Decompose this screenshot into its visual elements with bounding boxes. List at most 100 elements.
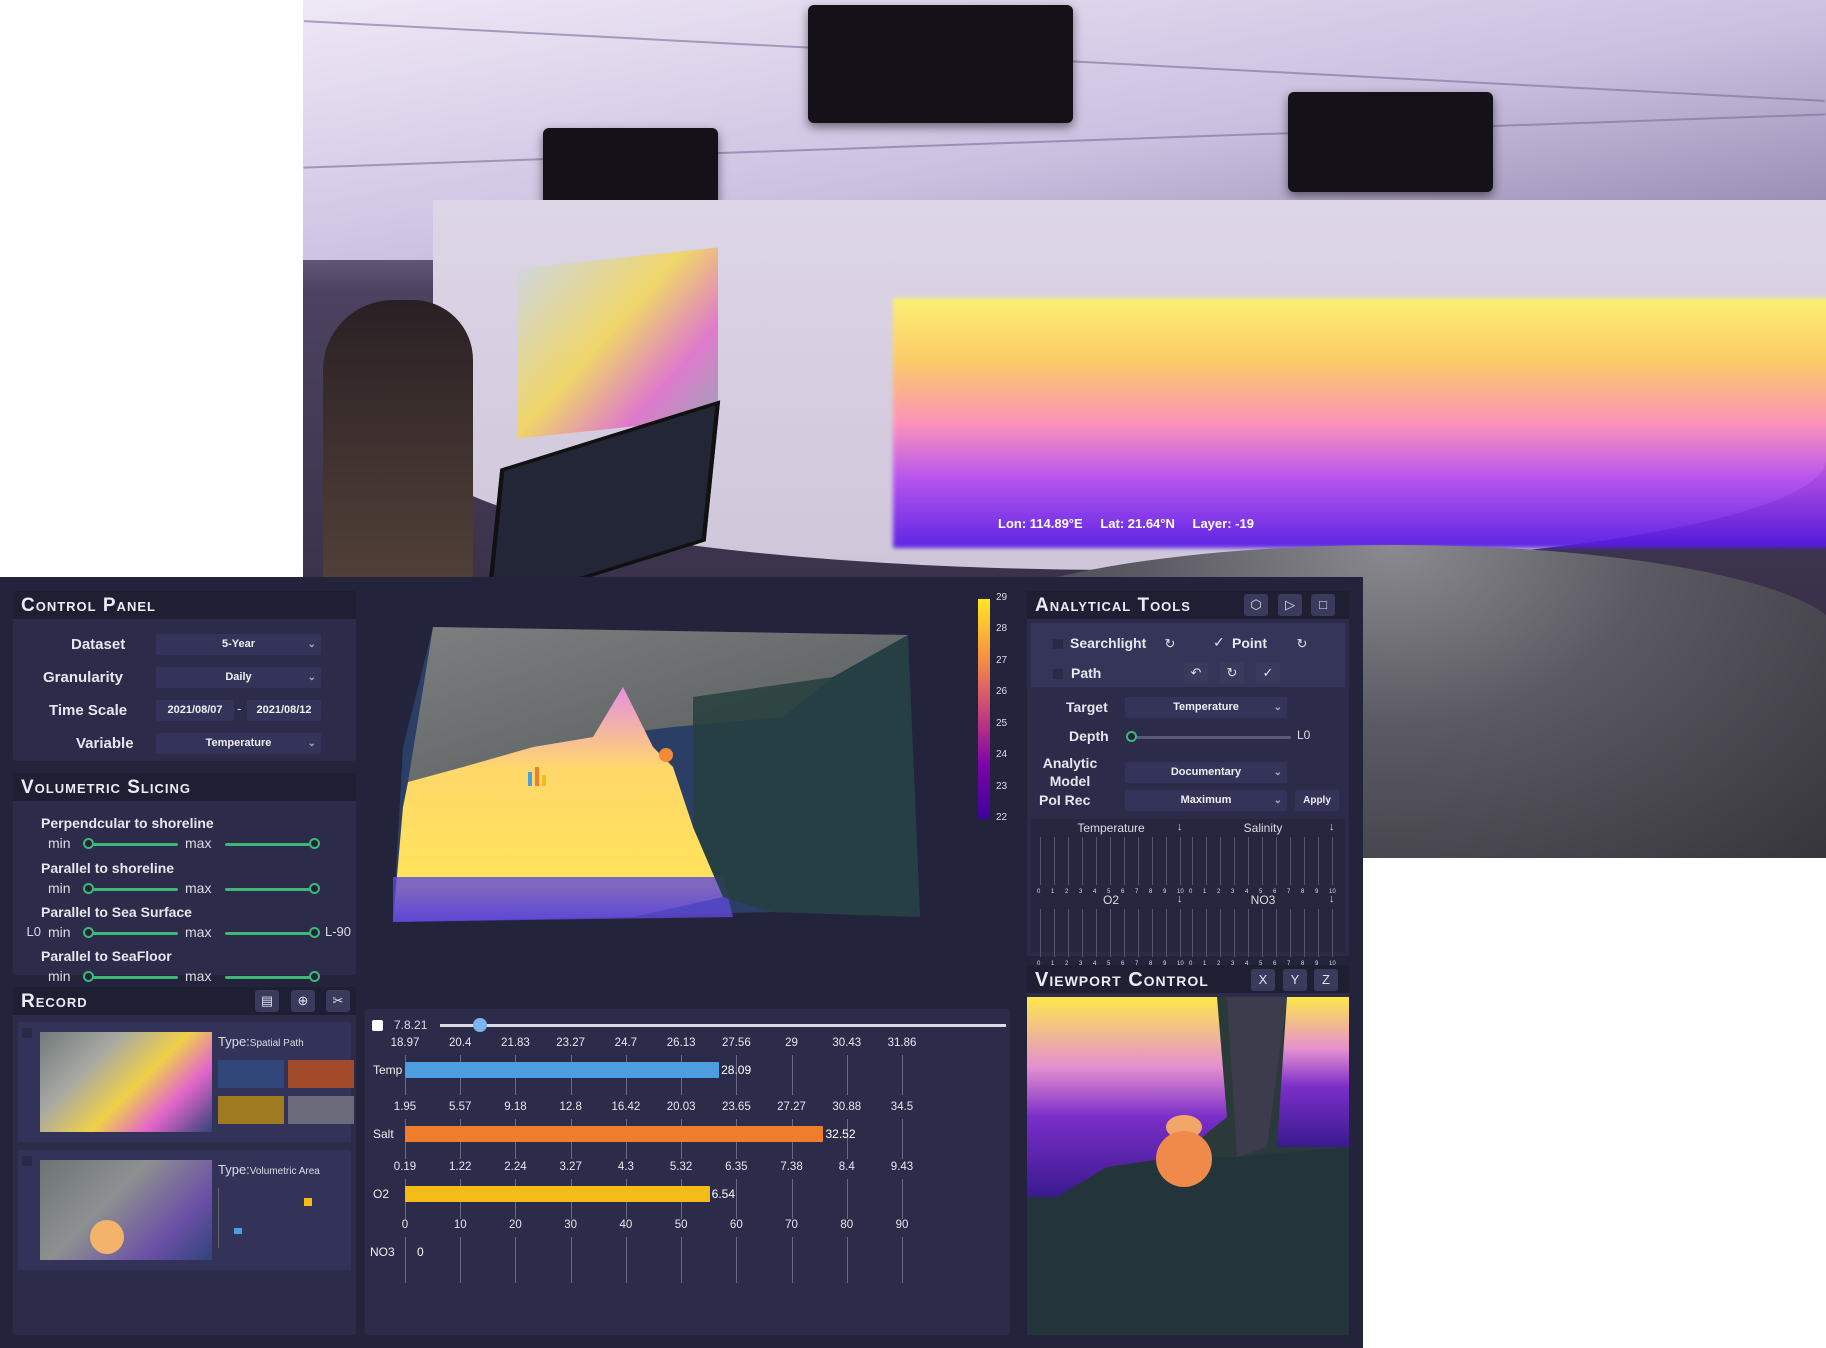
add-icon[interactable]: ⊕ — [291, 990, 315, 1012]
chevron-down-icon: ⌄ — [307, 639, 316, 650]
timeline-knob[interactable] — [472, 1018, 487, 1032]
slicer-min-track[interactable] — [88, 843, 178, 846]
confirm-check-icon[interactable]: ✓ — [1256, 662, 1280, 684]
granularity-select[interactable]: Daily ⌄ — [156, 667, 321, 688]
slicer-max-track[interactable] — [225, 932, 317, 935]
sort-down-icon[interactable]: ↓ — [1329, 893, 1335, 905]
bar-axis-tick: 2.24 — [504, 1161, 527, 1173]
bar-grid-line — [846, 1179, 848, 1219]
projected-heatmap — [893, 298, 1826, 548]
granularity-value: Daily — [225, 671, 252, 683]
depth-slider-knob[interactable] — [1126, 731, 1137, 742]
slicer-max-knob[interactable] — [309, 838, 320, 849]
apply-button[interactable]: Apply — [1295, 790, 1339, 811]
bar-grid-line — [791, 1179, 793, 1219]
depth-label: Depth — [1069, 728, 1109, 744]
sort-down-icon[interactable]: ↓ — [1329, 821, 1335, 833]
bar-grid-line — [515, 1237, 517, 1283]
slicer-min-track[interactable] — [88, 976, 178, 979]
variable-bar — [405, 1126, 824, 1142]
bar-value-label: 32.52 — [825, 1127, 856, 1141]
slicer-max-knob[interactable] — [309, 883, 320, 894]
slicer-min-knob[interactable] — [83, 971, 94, 982]
refresh-icon[interactable]: ↻ — [1158, 633, 1182, 655]
slicer-min-knob[interactable] — [83, 883, 94, 894]
pcp-axis-line — [1110, 909, 1111, 957]
control-panel: Control Panel Dataset 5-Year ⌄ Granularit… — [13, 591, 356, 761]
analytic-model-select[interactable]: Documentary ⌄ — [1125, 762, 1287, 783]
bar-grid-line — [846, 1055, 848, 1095]
slicer-max-track[interactable] — [225, 888, 317, 891]
poi-rec-select[interactable]: Maximum ⌄ — [1125, 790, 1287, 811]
bar-grid-line — [405, 1237, 406, 1283]
slicer-min-knob[interactable] — [83, 927, 94, 938]
timeline-track[interactable] — [440, 1024, 1006, 1027]
bar-axis-tick: 10 — [453, 1219, 467, 1231]
tools-icon[interactable]: ✂ — [326, 990, 350, 1012]
dataset-select[interactable]: 5-Year ⌄ — [156, 634, 321, 655]
record-item[interactable]: Type:Spatial Path — [18, 1022, 354, 1142]
record-checkbox[interactable] — [22, 1156, 32, 1166]
play-icon[interactable]: ▷ — [1278, 594, 1302, 616]
slicer-left-note: L0 — [26, 924, 41, 939]
record-item[interactable]: Type:Volumetric Area — [18, 1150, 351, 1270]
bar-axis-tick: 7.38 — [780, 1161, 803, 1173]
redo-icon[interactable]: ↻ — [1220, 662, 1244, 684]
viewport-heat-slice-right — [1277, 997, 1349, 1147]
comment-icon[interactable]: ▤ — [255, 990, 279, 1012]
refresh-icon[interactable]: ↻ — [1290, 633, 1314, 655]
depth-slider[interactable] — [1131, 736, 1291, 739]
axis-x-button[interactable]: X — [1251, 969, 1275, 991]
bar-axis-tick: 80 — [840, 1219, 854, 1231]
path-checkbox[interactable] — [1053, 669, 1063, 679]
slicer-min-knob[interactable] — [83, 838, 94, 849]
sort-down-icon[interactable]: ↓ — [1177, 821, 1183, 833]
slicer-max-label: max — [185, 880, 212, 896]
slicer-min-track[interactable] — [88, 932, 178, 935]
record-checkbox[interactable] — [22, 1028, 32, 1038]
record-type-label: Type: — [218, 1034, 250, 1049]
pcp-axis-line — [1124, 837, 1125, 885]
granularity-label: Granularity — [43, 669, 124, 686]
axis-y-button[interactable]: Y — [1283, 969, 1307, 991]
mini-chart — [218, 1060, 284, 1088]
pcp-axis-line — [1332, 909, 1333, 957]
undo-icon[interactable]: ↶ — [1184, 662, 1208, 684]
stop-icon[interactable]: □ — [1311, 594, 1335, 616]
bar-grid-line — [902, 1055, 903, 1095]
time-start-input[interactable]: 2021/08/07 — [156, 700, 234, 721]
bar-axis-tick: 5.57 — [449, 1101, 472, 1113]
depth-value: L0 — [1297, 728, 1311, 742]
bar-axis-tick: 8.4 — [838, 1161, 855, 1173]
variable-select[interactable]: Temperature ⌄ — [156, 733, 321, 754]
bar-axis-tick: 9.18 — [504, 1101, 527, 1113]
axis-z-button[interactable]: Z — [1314, 969, 1338, 991]
bar-grid-line — [625, 1237, 627, 1283]
time-separator: - — [237, 701, 242, 716]
pcp-axis-line — [1138, 837, 1139, 885]
viewport-scene — [1027, 997, 1349, 1335]
pcp-axis-line — [1304, 909, 1305, 957]
mini-pcp-mark — [304, 1198, 312, 1206]
sort-down-icon[interactable]: ↓ — [1177, 893, 1183, 905]
slicer-max-knob[interactable] — [309, 927, 320, 938]
bar-axis-tick: 60 — [729, 1219, 743, 1231]
bar-grid-line — [791, 1237, 793, 1283]
chevron-down-icon: ⌄ — [307, 672, 316, 683]
record-type-value: Spatial Path — [249, 1038, 304, 1049]
slicer-min-track[interactable] — [88, 888, 178, 891]
target-select[interactable]: Temperature ⌄ — [1125, 697, 1287, 718]
pcp-tick: 1 — [1203, 889, 1207, 895]
slicer-max-track[interactable] — [225, 976, 317, 979]
timeline-checkbox[interactable] — [372, 1020, 383, 1031]
time-end-input[interactable]: 2021/08/12 — [247, 700, 321, 721]
dataset-label: Dataset — [71, 636, 126, 653]
slicer-max-knob[interactable] — [309, 971, 320, 982]
parallel-coordinates: Temperature ↓ 0 1 2 3 4 5 6 7 8 9 10 Salinity ↓ 0 1 2 3 4 5 6… — [1031, 819, 1345, 967]
searchlight-checkbox[interactable] — [1053, 639, 1063, 649]
pcp-axis-line — [1054, 837, 1055, 885]
cube-icon[interactable]: ⬡ — [1244, 594, 1268, 616]
slicer-max-track[interactable] — [225, 843, 317, 846]
volume-3d-view[interactable] — [363, 587, 1023, 987]
viewport-render[interactable] — [1027, 997, 1349, 1335]
